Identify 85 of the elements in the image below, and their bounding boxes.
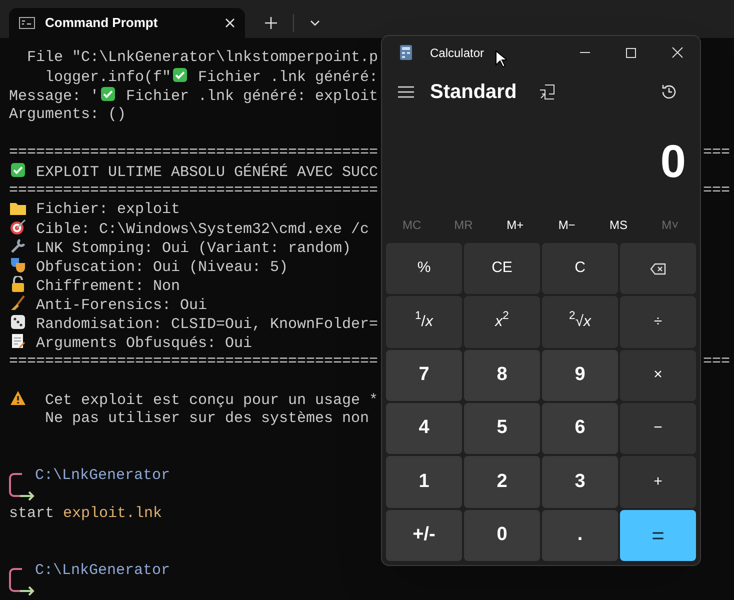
number-key[interactable]: 8: [464, 350, 540, 401]
number-key[interactable]: 5: [464, 402, 540, 454]
terminal-text: Ne pas utiliser sur des systèmes non: [44, 410, 370, 427]
terminal-text: logger.info(f": [44, 69, 172, 86]
tab-title: Command Prompt: [45, 14, 159, 32]
terminal-icon: [19, 17, 35, 29]
masks-icon: [10, 257, 26, 273]
memo-icon: [10, 333, 26, 349]
terminal-text: Fichier .lnk généré: exploit: [125, 88, 378, 105]
operator-key[interactable]: CE: [464, 243, 540, 294]
operator-key[interactable]: $^{1}$/x: [386, 296, 462, 348]
terminal-text: Fichier .lnk généré:: [197, 69, 378, 86]
dice-icon: [10, 314, 26, 330]
prompt-path: C:\LnkGenerator: [35, 466, 170, 485]
number-key[interactable]: 4: [386, 402, 462, 454]
terminal-text: Cible: C:\Windows\System32\cmd.exe /c: [35, 221, 370, 238]
close-icon[interactable]: [225, 18, 235, 28]
operator-key[interactable]: ×: [620, 350, 696, 401]
window-title: Calculator: [430, 44, 484, 62]
terminal-text: File "C:\LnkGenerator\lnkstomperpoint.p: [26, 49, 378, 66]
terminal-text: Anti-Forensics: Oui: [35, 297, 208, 314]
operator-key[interactable]: $^{2}$√x: [542, 296, 618, 348]
terminal-text: EXPLOIT ULTIME ABSOLU GÉNÉRÉ AVEC SUCC: [35, 164, 378, 181]
terminal-text: =========================================: [9, 182, 378, 199]
keep-on-top-icon[interactable]: [538, 84, 555, 100]
check-mark-icon: [172, 67, 188, 83]
close-icon: [672, 47, 682, 58]
separator-text: ===: [702, 181, 731, 200]
lock-icon: [10, 276, 26, 292]
menu-icon[interactable]: [398, 86, 414, 98]
operator-key[interactable]: +: [620, 456, 696, 508]
terminal-text: Cet exploit est conçu pour un usage *: [44, 392, 378, 409]
prompt-arrow-icon: [9, 473, 35, 503]
warning-icon: [10, 390, 26, 406]
prompt-arrow-icon: [9, 568, 35, 598]
terminal-text: Message: ': [9, 88, 100, 105]
number-key[interactable]: 7: [386, 350, 462, 401]
terminal-text: Randomisation: CLSID=Oui, KnownFolder=: [35, 316, 378, 333]
command-argument: exploit.lnk: [63, 505, 162, 522]
number-key[interactable]: 0: [464, 510, 540, 561]
history-icon[interactable]: [660, 83, 678, 101]
operator-key[interactable]: C: [542, 243, 618, 294]
terminal-text: Arguments: (): [9, 106, 126, 123]
maximize-icon: [626, 48, 636, 58]
backspace-icon: [650, 262, 666, 275]
folder-icon: [10, 201, 26, 215]
check-mark-icon: [10, 162, 26, 178]
terminal-text: Chiffrement: Non: [35, 278, 180, 295]
wrench-icon: [10, 238, 26, 254]
check-mark-icon: [100, 86, 116, 102]
number-key[interactable]: 2: [464, 456, 540, 508]
terminal-text: Obfuscation: Oui (Niveau: 5): [35, 259, 288, 276]
number-key[interactable]: .: [542, 510, 618, 561]
memory-button[interactable]: M−: [541, 207, 593, 243]
terminal-text: =========================================: [9, 353, 378, 370]
operator-key[interactable]: %: [386, 243, 462, 294]
terminal-text: start: [9, 505, 56, 522]
terminal-text: Fichier: exploit: [35, 201, 180, 218]
equals-button[interactable]: =: [620, 510, 696, 561]
terminal-text: Arguments Obfusqués: Oui: [35, 335, 252, 352]
operator-key[interactable]: ÷: [620, 296, 696, 348]
prompt-path: C:\LnkGenerator: [35, 561, 170, 580]
terminal-text: LNK Stomping: Oui (Variant: random): [35, 240, 352, 257]
mode-title: Standard: [430, 80, 517, 105]
memory-button[interactable]: M+: [489, 207, 541, 243]
calculator-icon: [400, 45, 412, 60]
number-key[interactable]: 6: [542, 402, 618, 454]
minimize-icon: [580, 52, 590, 54]
new-tab-icon[interactable]: [265, 17, 277, 29]
broom-icon: [10, 295, 26, 311]
target-icon: [10, 219, 26, 235]
number-key[interactable]: 9: [542, 350, 618, 401]
result-display: 0: [660, 138, 686, 184]
dropdown-icon[interactable]: [310, 20, 320, 26]
mouse-pointer-icon: [495, 50, 507, 68]
number-key[interactable]: 3: [542, 456, 618, 508]
operator-key[interactable]: −: [620, 402, 696, 454]
operator-key[interactable]: x$^{2}$: [464, 296, 540, 348]
number-key[interactable]: +/-: [386, 510, 462, 561]
separator-text: ===: [702, 352, 731, 371]
terminal-tab[interactable]: Command Prompt: [9, 8, 245, 38]
separator-text: ===: [702, 143, 731, 162]
number-key[interactable]: 1: [386, 456, 462, 508]
terminal-text: =========================================: [9, 144, 378, 161]
memory-button[interactable]: MS: [592, 207, 644, 243]
